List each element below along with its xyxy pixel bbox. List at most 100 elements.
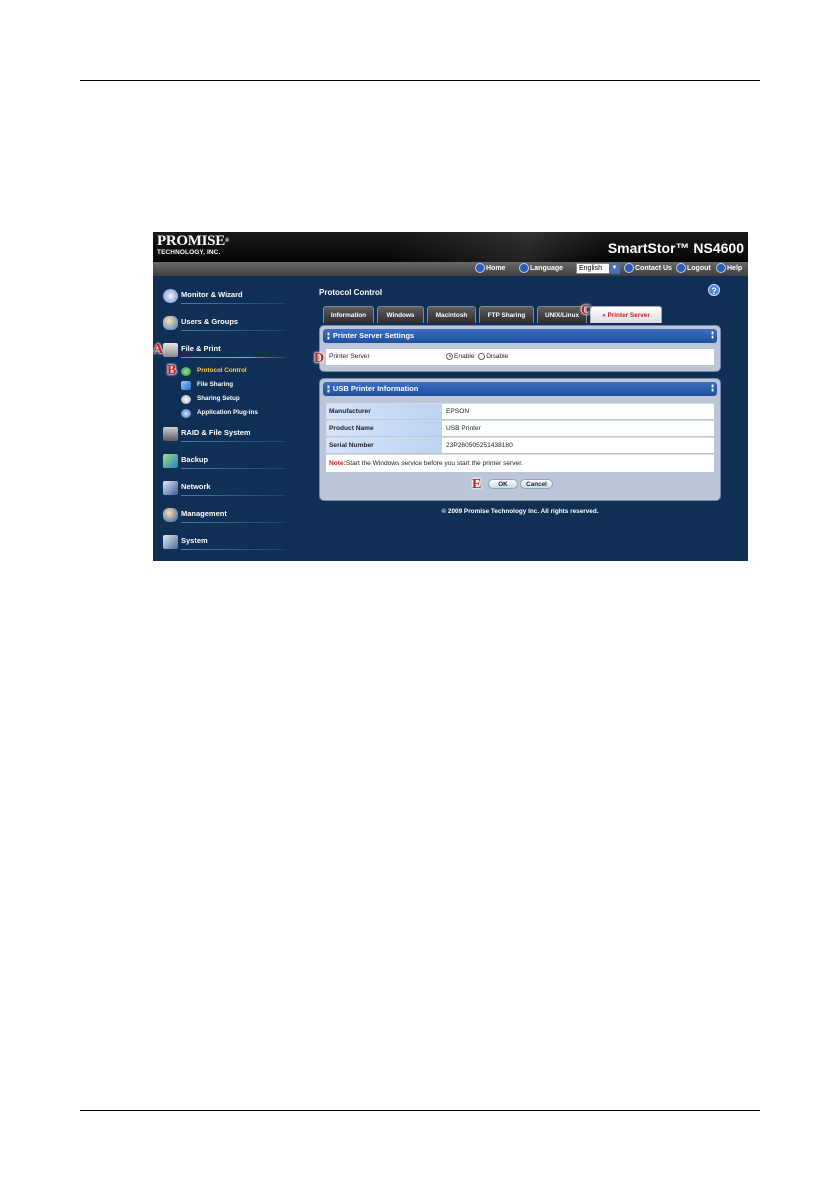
- grip-icon: ¦¦: [711, 385, 714, 392]
- tab-information[interactable]: Information: [323, 306, 374, 323]
- tab-windows[interactable]: Windows: [377, 306, 424, 323]
- info-row-product-name: Product Name USB Printer: [326, 420, 714, 436]
- nav-divider: [181, 441, 286, 442]
- info-row-serial-number: Serial Number 23P260505251438180: [326, 437, 714, 453]
- protocol-icon: [181, 367, 191, 376]
- sub-item-label: Protocol Control: [197, 367, 247, 374]
- callout-c: C: [581, 303, 592, 318]
- callout-b: B: [167, 363, 177, 378]
- language-label-group: Language: [519, 263, 563, 275]
- active-tab-marker: »: [602, 312, 606, 319]
- nav-label: RAID & File System: [181, 428, 251, 437]
- logout-link[interactable]: Logout: [676, 263, 711, 275]
- printer-server-options: Enable Disable: [446, 349, 508, 364]
- logout-label: Logout: [687, 265, 711, 272]
- printer-server-row: Printer Server Enable Disable: [326, 349, 714, 365]
- callout-a: A: [153, 342, 164, 357]
- ok-button[interactable]: OK: [488, 479, 518, 489]
- logout-icon: [676, 263, 686, 274]
- tab-ftp-sharing[interactable]: FTP Sharing: [479, 306, 534, 323]
- utility-bar: Home Language English ▼ Contact Us Logou…: [153, 262, 748, 276]
- nav-label: Backup: [181, 455, 209, 464]
- app-screenshot: PROMISE® TECHNOLOGY, INC. SmartStor™ NS4…: [153, 232, 748, 561]
- disable-label: Disable: [486, 353, 509, 360]
- panel-title: Printer Server Settings: [332, 331, 415, 340]
- enable-label: Enable: [454, 353, 475, 360]
- grip-icon: ¦¦: [711, 332, 714, 339]
- nav-divider: [181, 330, 286, 331]
- radio-selected-icon: [446, 352, 453, 360]
- footer-rule: [80, 1110, 760, 1111]
- tab-printer-server-label: Printer Server: [607, 312, 650, 319]
- wizard-icon: [163, 289, 178, 303]
- app-header: PROMISE® TECHNOLOGY, INC. SmartStor™ NS4…: [153, 232, 748, 262]
- tab-macintosh[interactable]: Macintosh: [427, 306, 476, 323]
- sub-item-label: Sharing Setup: [197, 395, 240, 402]
- raid-icon: [163, 427, 178, 441]
- callout-d: D: [314, 351, 325, 366]
- note-label: Note:: [329, 460, 346, 467]
- contact-us-link[interactable]: Contact Us: [624, 263, 672, 275]
- brand-subtitle: TECHNOLOGY, INC.: [157, 249, 221, 256]
- tab-printer-server[interactable]: » Printer Server: [590, 306, 662, 323]
- note-text-wrapper: Note:Start the Windows service before yo…: [329, 455, 523, 473]
- nav-divider: [181, 495, 286, 496]
- nav-label: Network: [181, 482, 211, 491]
- file-sharing-icon: [181, 381, 191, 390]
- disable-radio[interactable]: Disable: [478, 352, 509, 360]
- gear-icon: [181, 395, 191, 404]
- backup-icon: [163, 454, 178, 468]
- panel-header: ¦¦ Printer Server Settings ¦¦: [323, 329, 717, 343]
- nav-item-raid-file-system[interactable]: RAID & File System: [161, 427, 289, 445]
- nav-item-users-groups[interactable]: Users & Groups: [161, 316, 289, 334]
- help-icon[interactable]: ?: [708, 284, 720, 296]
- language-label: Language: [530, 265, 564, 272]
- contact-icon: [624, 263, 634, 274]
- sub-item-label: Application Plug-ins: [197, 409, 258, 416]
- cancel-button[interactable]: Cancel: [520, 479, 553, 489]
- chevron-down-icon[interactable]: ▼: [609, 263, 620, 274]
- nav-label: System: [181, 536, 208, 545]
- note-row: Note:Start the Windows service before yo…: [326, 454, 714, 472]
- management-icon: [163, 508, 178, 522]
- nav-divider: [181, 522, 286, 523]
- system-icon: [163, 535, 178, 549]
- help-link[interactable]: Help: [716, 263, 742, 275]
- nav-item-system[interactable]: System: [161, 535, 289, 553]
- note-text: Start the Windows service before you sta…: [345, 460, 523, 467]
- nav-divider-active: [181, 357, 286, 358]
- panel-header: ¦¦ USB Printer Information ¦¦: [323, 382, 717, 396]
- copyright: © 2009 Promise Technology Inc. All right…: [441, 508, 599, 515]
- nav-divider: [181, 303, 286, 304]
- info-label: Serial Number: [326, 438, 442, 453]
- header-rule: [80, 80, 760, 81]
- nav-label: Management: [181, 509, 227, 518]
- home-icon: [475, 263, 485, 274]
- nav-item-monitor-wizard[interactable]: Monitor & Wizard: [161, 289, 289, 307]
- nav-item-backup[interactable]: Backup: [161, 454, 289, 472]
- printer-server-settings-panel: ¦¦ Printer Server Settings ¦¦ Printer Ser…: [319, 325, 721, 372]
- nav-item-management[interactable]: Management: [161, 508, 289, 526]
- info-row-manufacturer: Manufacturer EPSON: [326, 403, 714, 419]
- info-label: Product Name: [326, 421, 442, 436]
- tab-unix-linux[interactable]: UNIX/Linux: [537, 306, 587, 323]
- home-link[interactable]: Home: [475, 263, 505, 275]
- radio-unselected-icon: [478, 352, 486, 360]
- nav-item-network[interactable]: Network: [161, 481, 289, 499]
- network-icon: [163, 481, 178, 495]
- nav-item-file-print[interactable]: File & Print: [161, 343, 289, 361]
- enable-radio[interactable]: Enable: [446, 352, 475, 360]
- contact-us-label: Contact Us: [635, 265, 672, 272]
- help-circle-icon: [716, 263, 726, 274]
- printer-icon: [163, 343, 178, 357]
- plugin-icon: [181, 409, 191, 418]
- brand-name: PROMISE: [157, 233, 225, 249]
- brand-logo: PROMISE®: [157, 233, 229, 249]
- grip-icon: ¦¦: [327, 333, 330, 340]
- printer-server-label: Printer Server: [326, 349, 442, 364]
- nav-label: Users & Groups: [181, 317, 239, 326]
- grip-icon: ¦¦: [327, 386, 330, 393]
- sub-item-label: File Sharing: [197, 381, 234, 388]
- home-label: Home: [486, 265, 506, 272]
- info-value: EPSON: [446, 408, 470, 415]
